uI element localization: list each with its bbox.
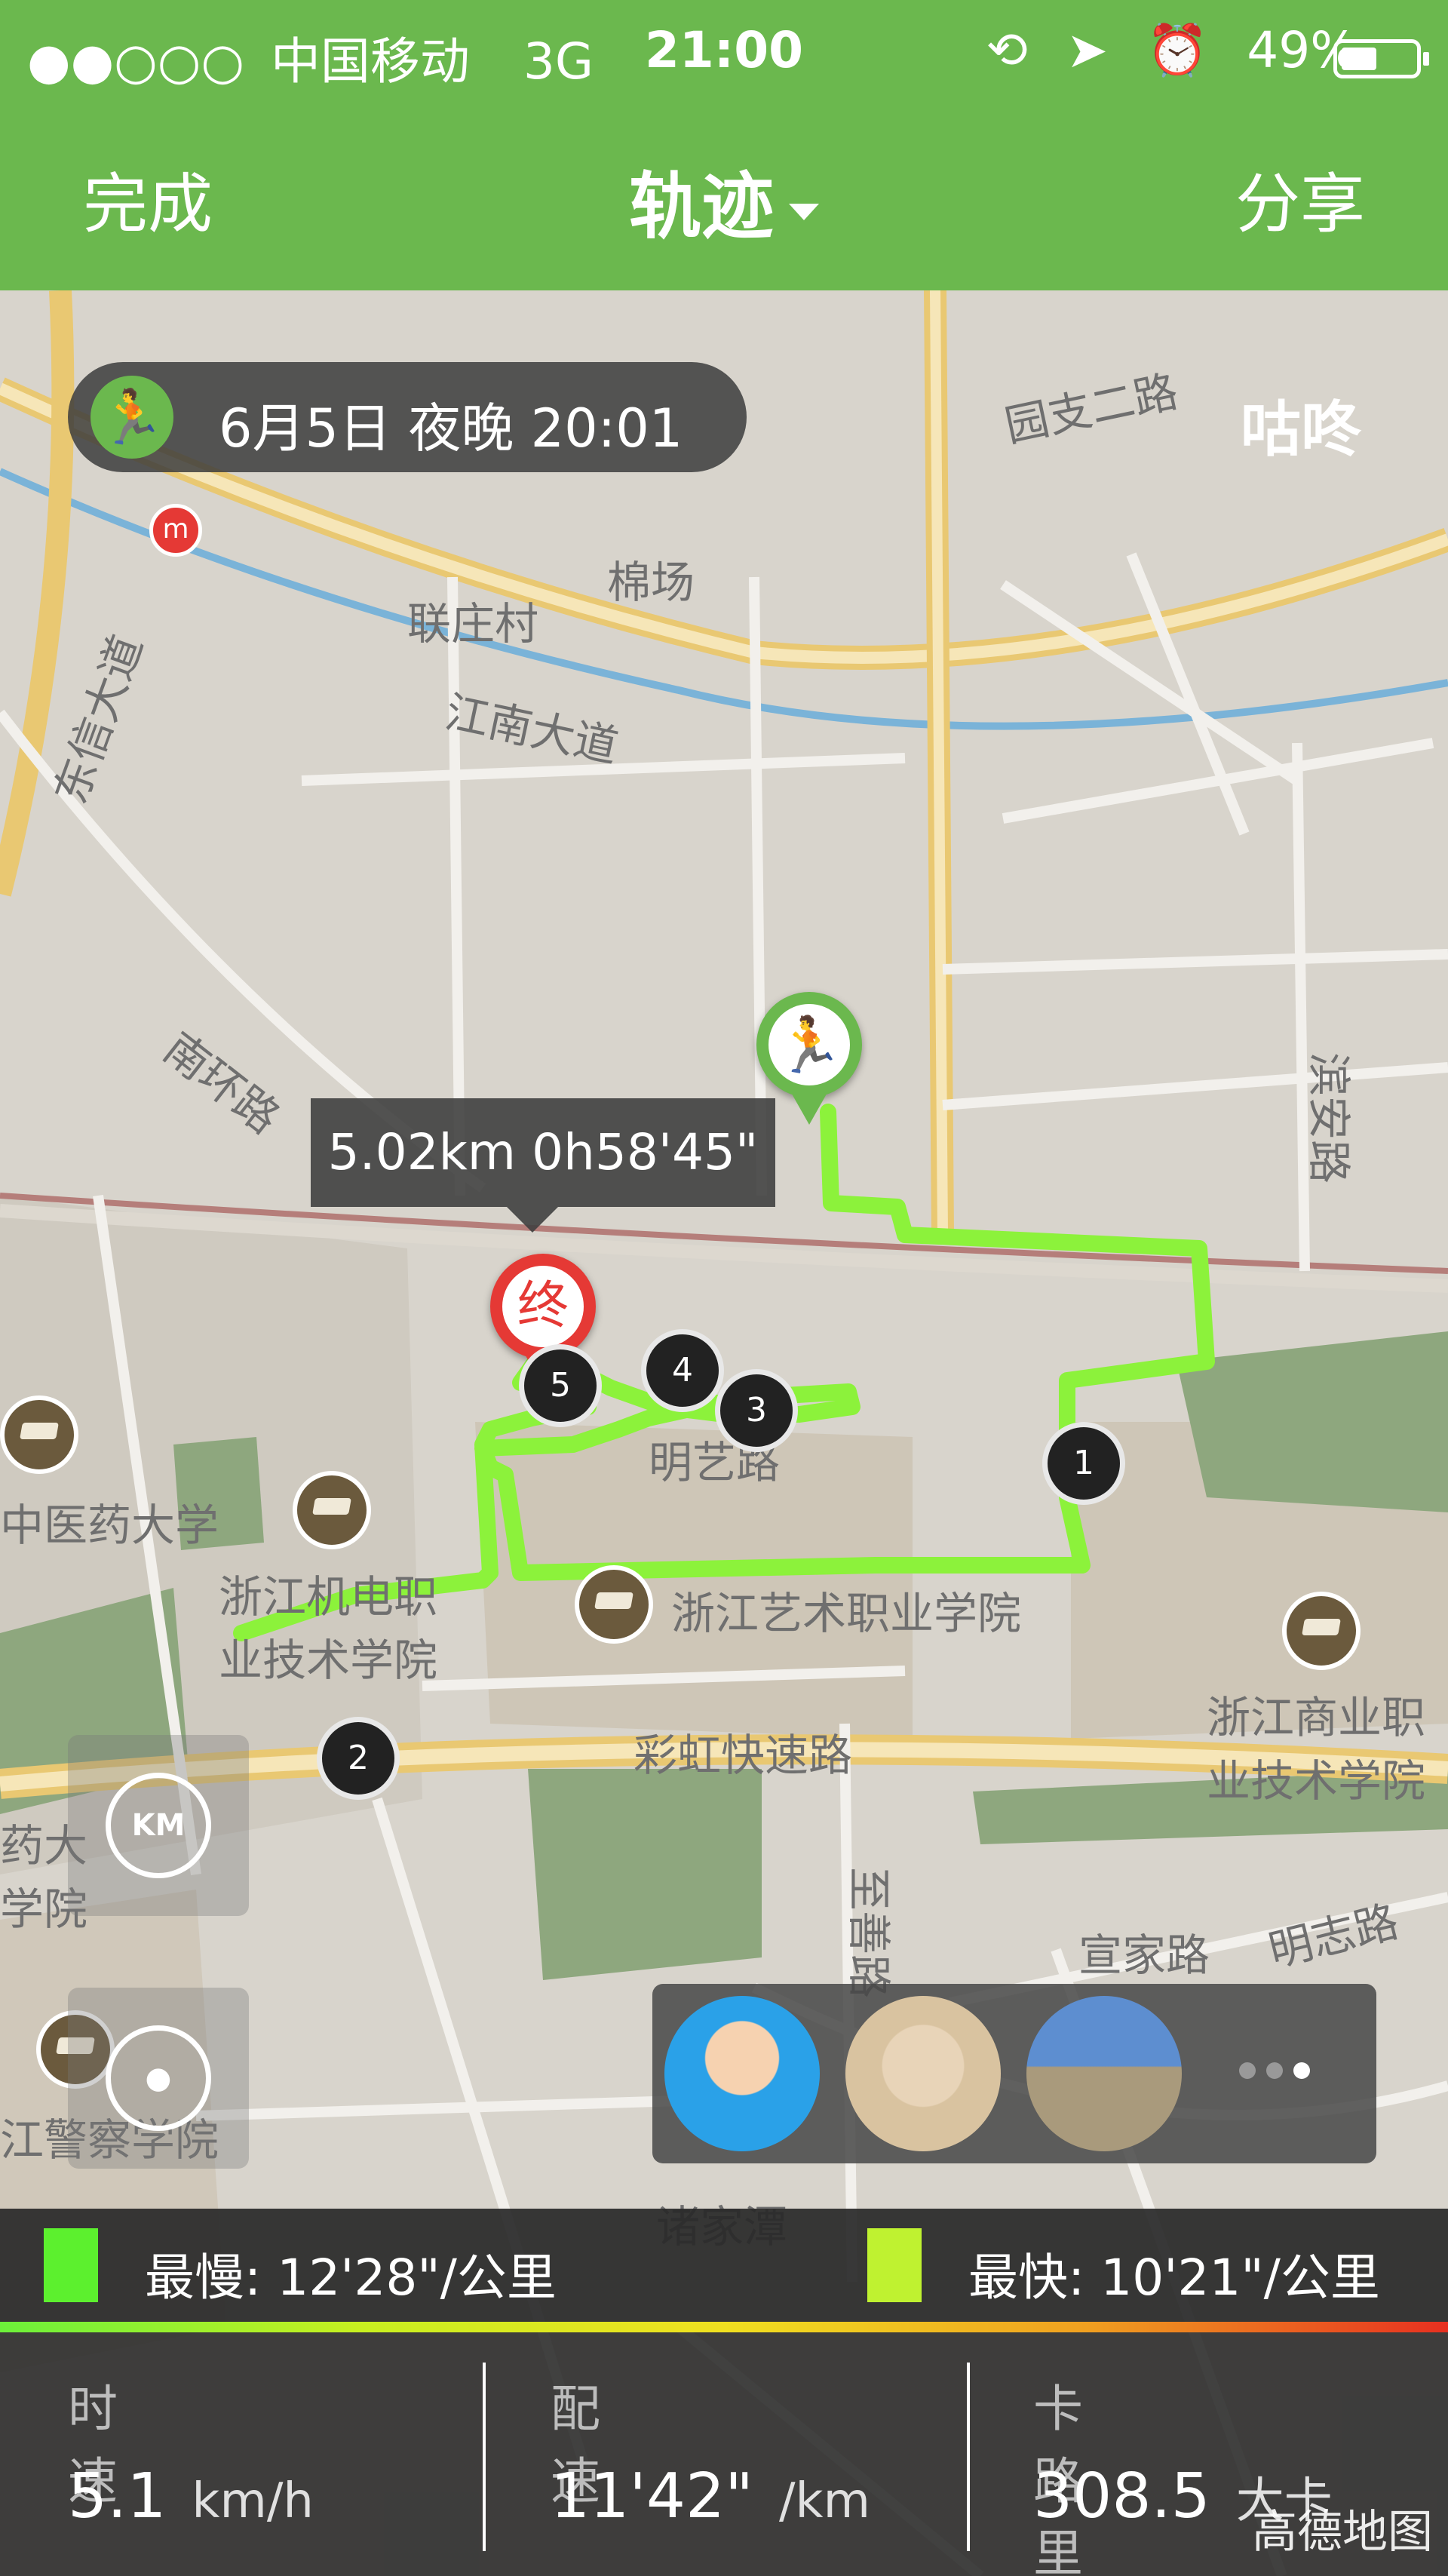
start-running-icon: 🏃 (768, 1004, 850, 1085)
map-label-zhishan: 至善路 (843, 1866, 895, 1999)
split-marker-4[interactable]: 4 (641, 1329, 724, 1412)
map-label-caihong: 彩虹快速路 (634, 1730, 853, 1781)
split-marker-5[interactable]: 5 (519, 1344, 602, 1427)
divider (483, 2363, 486, 2551)
pace-value: 11'42" (551, 2461, 753, 2532)
map-label-zjart: 浙江艺术职业学院 (671, 1588, 1022, 1639)
end-pin-label: 终 (502, 1266, 584, 1347)
activity-date: 6月5日 夜晚 20:01 (219, 398, 683, 459)
crosshair-icon: ● (106, 2025, 211, 2131)
fastest-pace: 最快: 10'21"/公里 (968, 2249, 1380, 2307)
school-icon[interactable] (1282, 1592, 1361, 1670)
cartoon-avatar-photo[interactable] (664, 1996, 820, 2151)
split-marker-1[interactable]: 1 (1042, 1422, 1125, 1505)
school-icon[interactable] (575, 1565, 653, 1644)
running-icon: 🏃 (90, 376, 173, 459)
school-icon[interactable] (293, 1471, 371, 1549)
speed-unit: km/h (192, 2473, 314, 2529)
rotation-lock-icon: ⟲ (986, 21, 1028, 79)
more-photos-indicator[interactable] (1239, 2062, 1321, 2082)
map-label-zyyd: 中医药大学 (0, 1500, 219, 1551)
split-marker-2[interactable]: 2 (317, 1717, 400, 1800)
fastest-swatch (867, 2228, 922, 2302)
start-pin[interactable]: 🏃 (756, 992, 862, 1125)
km-toggle-button[interactable]: KM (68, 1735, 249, 1916)
battery-fill (1342, 48, 1376, 70)
pace-gradient-bar (0, 2322, 1448, 2332)
divider (967, 2363, 970, 2551)
stats-panel: 时速 5.1 km/h 配速 11'42"/km 卡路里 308.5 大卡 高德地图 (0, 2332, 1448, 2576)
page-dot-active (1293, 2062, 1310, 2079)
stat-pace-value: 11'42" /km (551, 2461, 870, 2532)
map-label-lianzhuang: 联庄村 (407, 598, 539, 649)
nav-title-text: 轨迹 (629, 164, 774, 249)
speed-value: 5.1 (68, 2461, 167, 2532)
stat-speed-value: 5.1 km/h (68, 2461, 314, 2532)
slowest-swatch (44, 2228, 98, 2302)
map-label-binan: 滨安路 (1303, 1052, 1355, 1184)
distance-time-tooltip: 5.02km 0h58'45" (311, 1098, 775, 1233)
end-pin[interactable]: 终 (490, 1254, 596, 1386)
split-marker-3[interactable]: 3 (715, 1369, 798, 1452)
location-arrow-icon: ➤ (1066, 21, 1109, 79)
map-label-zjjd: 浙江机电职 业技术学院 (219, 1571, 438, 1686)
landscape-photo[interactable] (1026, 1996, 1182, 2151)
brand-logo: 咕咚 (1241, 395, 1361, 465)
status-bar: ●●○○○ 中国移动 3G 21:00 ⟲ ➤ ⏰ 49% (0, 14, 1448, 91)
sketch-portrait-photo[interactable] (845, 1996, 1001, 2151)
pace-legend: 最慢: 12'28"/公里 最快: 10'21"/公里 (0, 2209, 1448, 2322)
pace-unit: /km (778, 2473, 870, 2529)
amap-watermark: 高德地图 (1252, 2506, 1433, 2559)
map-label-xuanjia: 宣家路 (1078, 1930, 1210, 1981)
track-title-dropdown[interactable]: 轨迹 (0, 148, 1448, 253)
run-track-screen: 园支二路 棉场 联庄村 江南大道 东信大道 南环路 滨安路 明艺路 浙江艺术职业… (0, 0, 1448, 2576)
alarm-icon: ⏰ (1146, 21, 1209, 79)
page-dot (1239, 2062, 1256, 2079)
page-dot (1266, 2062, 1283, 2079)
chevron-down-icon (789, 203, 819, 220)
share-button[interactable]: 分享 (1235, 151, 1365, 245)
km-label: KM (106, 1773, 211, 1878)
metro-station-icon[interactable]: m (149, 504, 202, 557)
activity-info-pill: 🏃 6月5日 夜晚 20:01 (68, 362, 747, 472)
photo-strip (652, 1984, 1376, 2163)
calories-value: 308.5 (1033, 2461, 1210, 2532)
top-bar: ●●○○○ 中国移动 3G 21:00 ⟲ ➤ ⏰ 49% 完成 轨迹 分享 (0, 0, 1448, 290)
battery-icon (1333, 39, 1429, 78)
map-label-zjsy: 浙江商业职 业技术学院 (1207, 1692, 1426, 1807)
slowest-pace: 最慢: 12'28"/公里 (145, 2249, 557, 2307)
school-icon[interactable] (0, 1395, 78, 1474)
locate-button[interactable]: ● (68, 1988, 249, 2169)
status-right: ⟲ ➤ ⏰ 49% (986, 21, 1358, 80)
map-label-mianchang: 棉场 (607, 557, 695, 608)
